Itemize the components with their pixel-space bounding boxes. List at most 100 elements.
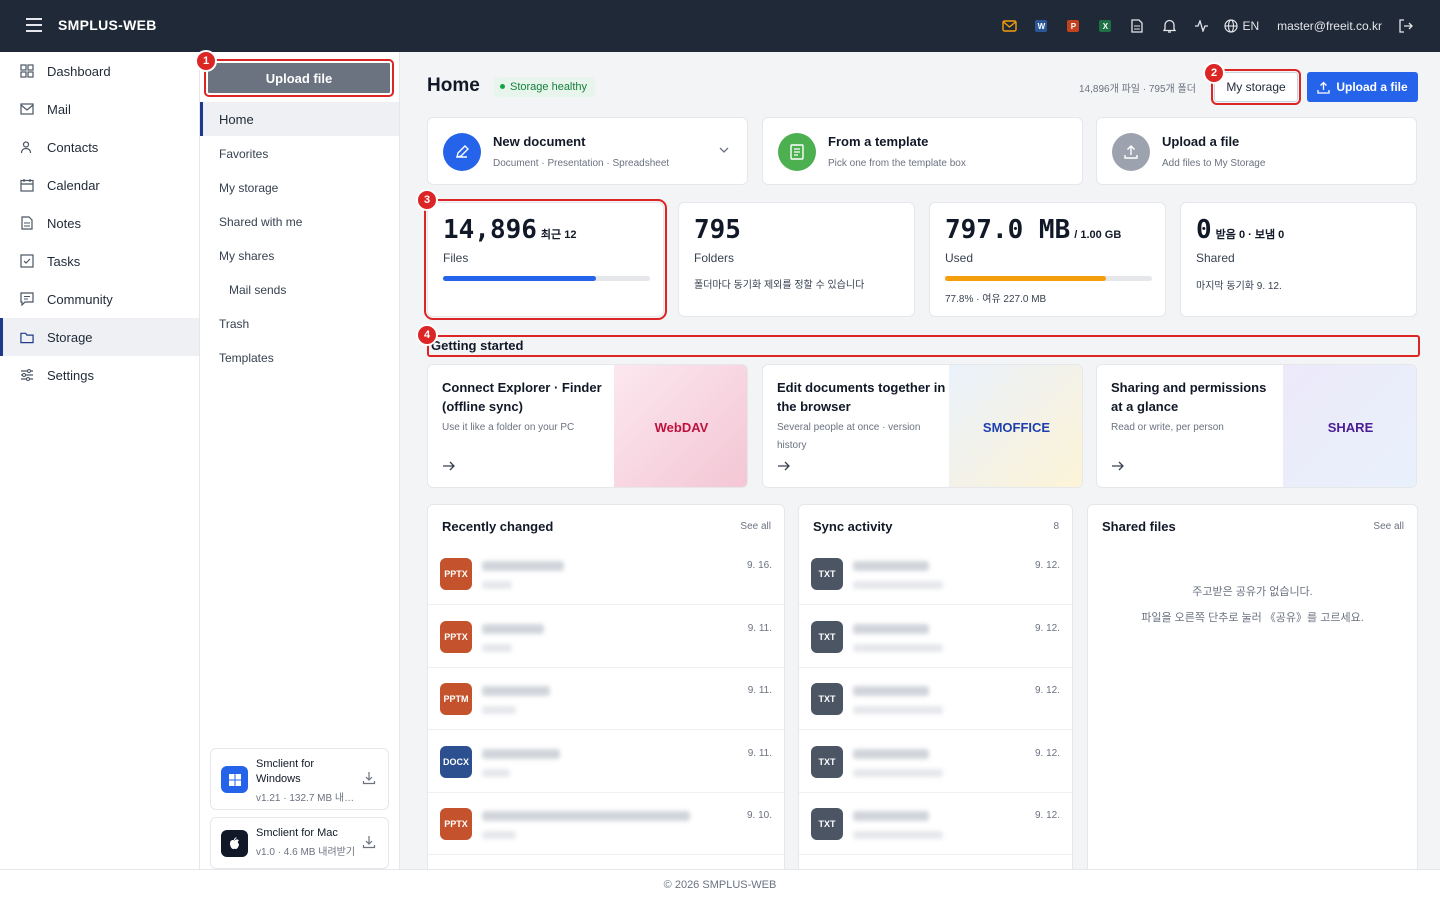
page-title: Home: [427, 75, 480, 96]
sidebar-item-community[interactable]: Community: [0, 280, 199, 318]
upload-file-card[interactable]: Upload a file Add files to My Storage: [1096, 117, 1417, 185]
card-subtitle: Pick one from the template box: [828, 158, 966, 169]
table-row[interactable]: TXT 9. 12.: [799, 793, 1072, 855]
chevron-down-icon[interactable]: [719, 147, 729, 154]
used-amount: 797.0 MB/ 1.00 GB: [945, 215, 1121, 245]
calendar-icon: [20, 178, 34, 192]
table-row[interactable]: TXT 9. 12.: [799, 668, 1072, 730]
table-row[interactable]: TXT 9. 12.: [799, 543, 1072, 605]
annotation-marker-4: 4: [416, 324, 438, 346]
used-stat-card[interactable]: 797.0 MB/ 1.00 GB Used 77.8% · 여유 227.0 …: [929, 202, 1166, 317]
sidebar-item-mail[interactable]: Mail: [0, 90, 199, 128]
my-storage-button[interactable]: My storage: [1211, 69, 1301, 105]
subnav-item-shared-with-me[interactable]: Shared with me: [200, 205, 399, 239]
download-icon[interactable]: [362, 771, 376, 785]
sidebar-item-label: Contacts: [47, 139, 99, 155]
page-footer: © 2026 SMPLUS-WEB: [0, 869, 1440, 900]
table-row[interactable]: PPTX 9. 10.: [428, 793, 784, 855]
windows-icon: [221, 766, 248, 793]
upload-a-file-button[interactable]: Upload a file: [1307, 72, 1418, 102]
sidebar-item-settings[interactable]: Settings: [0, 356, 199, 394]
see-all-link[interactable]: See all: [1373, 521, 1404, 532]
file-type-badge: DOCX: [440, 746, 472, 778]
folders-stat-card[interactable]: 795 Folders 폴더마다 동기화 제외를 정할 수 있습니다: [678, 202, 915, 317]
subnav-item-trash[interactable]: Trash: [200, 307, 399, 341]
brand-logo[interactable]: SMPLUS-WEB: [58, 17, 157, 33]
sidebar-item-label: Mail: [47, 101, 71, 117]
contacts-icon: [20, 140, 34, 154]
folders-note: 폴더마다 동기화 제외를 정할 수 있습니다: [694, 280, 865, 291]
table-row[interactable]: TXT 9. 12.: [799, 606, 1072, 668]
client-meta: v1.0 · 4.6 MB 내려받기: [256, 847, 356, 858]
file-type-badge: TXT: [811, 746, 843, 778]
template-icon: [778, 133, 816, 171]
sidebar-item-dashboard[interactable]: Dashboard: [0, 52, 199, 90]
sidebar-item-label: Storage: [47, 329, 93, 345]
download-icon[interactable]: [362, 835, 376, 849]
file-date: 9. 12.: [1034, 685, 1060, 696]
shared-stat-card[interactable]: 0 받음 0 · 보냄 0 Shared 마지막 동기화 9. 12.: [1180, 202, 1417, 317]
subnav-item-my-storage[interactable]: My storage: [200, 171, 399, 205]
folders-label: Folders: [694, 251, 735, 265]
file-type-badge: PPTX: [440, 621, 472, 653]
apple-icon: [221, 830, 248, 857]
excel-app-icon[interactable]: X: [1096, 17, 1114, 35]
file-type-badge: PPTX: [440, 558, 472, 590]
arrow-right-icon[interactable]: [442, 460, 456, 472]
subnav-item-my-shares[interactable]: My shares: [200, 239, 399, 273]
file-date: 9. 10.: [746, 810, 772, 821]
file-type-badge: TXT: [811, 683, 843, 715]
new-document-card[interactable]: New document Document · Presentation · S…: [427, 117, 748, 185]
card-title: New document: [493, 134, 586, 149]
sidebar-item-notes[interactable]: Notes: [0, 204, 199, 242]
logout-icon[interactable]: [1396, 17, 1414, 35]
word-app-icon[interactable]: W: [1032, 17, 1050, 35]
files-value: 14,896: [443, 215, 537, 245]
bell-icon[interactable]: [1160, 17, 1178, 35]
sidebar-item-contacts[interactable]: Contacts: [0, 128, 199, 166]
shared-note: 마지막 동기화 9. 12.: [1196, 281, 1282, 292]
table-row[interactable]: PPTX 9. 16.: [428, 543, 784, 605]
menu-icon[interactable]: [26, 18, 42, 32]
subnav-item-favorites[interactable]: Favorites: [200, 137, 399, 171]
see-all-link[interactable]: See all: [740, 521, 771, 532]
arrow-right-icon[interactable]: [1111, 460, 1125, 472]
from-template-card[interactable]: From a template Pick one from the templa…: [762, 117, 1083, 185]
sidebar-item-calendar[interactable]: Calendar: [0, 166, 199, 204]
smoffice-card[interactable]: Edit documents together in the browser S…: [762, 364, 1083, 488]
table-row[interactable]: TXT 9. 12.: [799, 731, 1072, 793]
windows-client-card[interactable]: Smclient for Windows v1.21 · 132.7 MB 내려…: [210, 748, 389, 810]
activity-icon[interactable]: [1192, 17, 1210, 35]
language-selector[interactable]: EN: [1224, 19, 1259, 33]
folders-count: 795: [694, 215, 741, 245]
subnav-item-home[interactable]: Home: [200, 102, 399, 136]
table-row[interactable]: PPTM 9. 11.: [428, 668, 784, 730]
arrow-right-icon[interactable]: [777, 460, 791, 472]
file-type-badge: TXT: [811, 808, 843, 840]
annotation-marker-1: 1: [195, 50, 217, 72]
mac-client-card[interactable]: Smclient for Mac v1.0 · 4.6 MB 내려받기: [210, 817, 389, 869]
sidebar-item-storage[interactable]: Storage: [0, 318, 199, 356]
subnav-item-templates[interactable]: Templates: [200, 341, 399, 375]
sync-count: 8: [1053, 521, 1059, 532]
shared-label: Shared: [1196, 251, 1235, 265]
sidebar-item-tasks[interactable]: Tasks: [0, 242, 199, 280]
subnav-item-mail-sends[interactable]: Mail sends: [200, 273, 399, 307]
empty-state-message: 주고받은 공유가 없습니다.: [1192, 586, 1313, 598]
notes-icon: [20, 216, 34, 230]
table-row[interactable]: DOCX 9. 11.: [428, 731, 784, 793]
pencil-icon: [443, 133, 481, 171]
files-stat-card[interactable]: 14,896 최근 12 Files: [424, 199, 667, 320]
grid-icon: [20, 64, 34, 78]
powerpoint-app-icon[interactable]: P: [1064, 17, 1082, 35]
table-row[interactable]: PPTX 9. 11.: [428, 606, 784, 668]
upload-file-button[interactable]: Upload file: [204, 59, 394, 97]
file-date: 9. 12.: [1034, 810, 1060, 821]
client-name: Smclient for Mac: [256, 827, 338, 839]
mail-app-icon[interactable]: [1000, 17, 1018, 35]
document-icon[interactable]: [1128, 17, 1146, 35]
file-date: 9. 12.: [1034, 560, 1060, 571]
user-email[interactable]: master@freeit.co.kr: [1277, 19, 1382, 33]
webdav-card[interactable]: Connect Explorer · Finder (offline sync)…: [427, 364, 748, 488]
share-card[interactable]: Sharing and permissions at a glance Read…: [1096, 364, 1417, 488]
